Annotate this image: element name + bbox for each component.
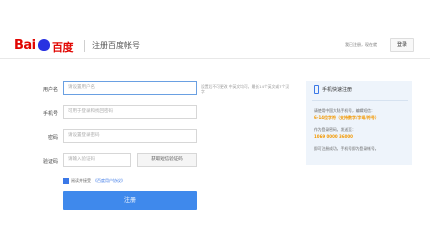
- phone-input[interactable]: 可用于登录和找回密码: [63, 105, 197, 119]
- sms-register-panel: [306, 81, 412, 165]
- baidu-logo-cn: 百度: [52, 41, 74, 54]
- agree-text: 阅读并接受: [71, 178, 91, 183]
- code-label: 验证码: [42, 159, 58, 165]
- page-title: 注册百度帐号: [92, 41, 140, 50]
- username-label: 用户名: [42, 87, 58, 93]
- panel-line: 即可注册成功，手机号即为登录帐号。: [314, 146, 379, 151]
- get-sms-code-button[interactable]: 获取短信验证码: [137, 153, 197, 167]
- panel-line: 作为登录密码，发送至：: [314, 127, 356, 132]
- mobile-phone-icon: [314, 85, 319, 94]
- header-divider: [84, 40, 85, 52]
- user-agreement-link[interactable]: 《百度用户协议》: [93, 178, 125, 184]
- agreement-row: 阅读并接受 《百度用户协议》: [63, 178, 125, 184]
- password-label: 密码: [47, 135, 58, 141]
- panel-line: 6-14位字符（支持数字/字母/符号）: [314, 115, 379, 120]
- agree-checkbox[interactable]: [63, 178, 69, 184]
- code-input[interactable]: 请输入验证码: [63, 153, 131, 167]
- header-login-prompt: 我已注册，现在就: [345, 42, 377, 47]
- baidu-paw-icon: [38, 39, 50, 51]
- panel-line: 请使用中国大陆手机号，编辑短信：: [314, 108, 375, 113]
- panel-divider: [312, 100, 408, 101]
- panel-title: 手机快速注册: [322, 87, 353, 93]
- username-hint: 设置后不可更改 中英文均可，最长14个英文或7个汉字: [201, 84, 290, 94]
- phone-label: 手机号: [42, 111, 58, 117]
- header-separator: [0, 58, 430, 59]
- panel-line: 1069 0000 36000: [314, 134, 353, 139]
- baidu-logo-text: Bai: [14, 38, 36, 53]
- login-button[interactable]: 登录: [390, 38, 414, 52]
- password-input[interactable]: 请设置登录密码: [63, 129, 197, 143]
- register-button[interactable]: 注册: [63, 191, 197, 210]
- username-input[interactable]: 请设置用户名: [63, 81, 197, 95]
